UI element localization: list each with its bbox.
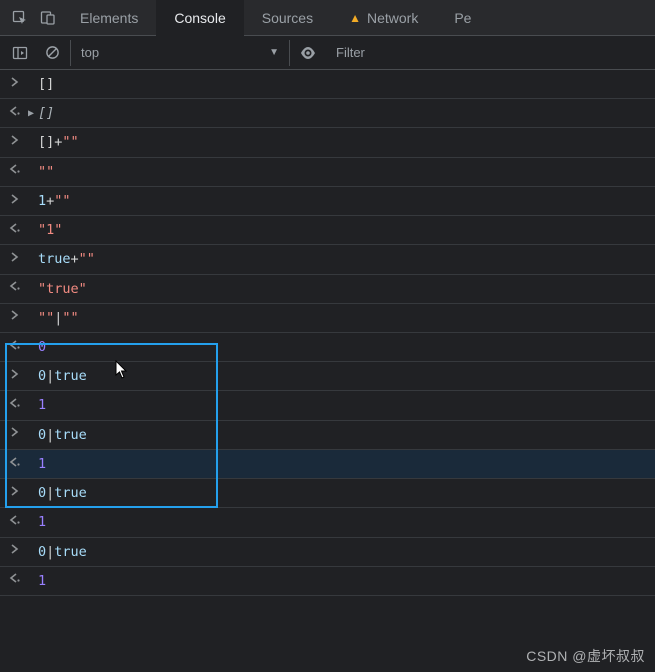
output-arrow-icon <box>6 340 24 355</box>
console-toolbar: top ▼ <box>0 36 655 70</box>
output-arrow-icon <box>6 457 24 472</box>
tab-label: Pe <box>454 10 471 26</box>
row-content: 1+"" <box>38 192 655 210</box>
tab-sources[interactable]: Sources <box>244 0 331 36</box>
input-arrow-icon <box>6 77 24 92</box>
console-body: []▶[][]+""""1+"""1"true+"""true"""|""00|… <box>0 70 655 672</box>
input-arrow-icon <box>6 135 24 150</box>
row-content: ""|"" <box>38 309 655 327</box>
row-content: true+"" <box>38 250 655 268</box>
context-selector[interactable]: top ▼ <box>70 40 290 66</box>
row-content: "true" <box>38 280 655 298</box>
live-expression-icon[interactable] <box>294 39 322 67</box>
console-output-row[interactable]: 0 <box>0 333 655 362</box>
console-input-row[interactable]: 0|true <box>0 479 655 508</box>
filter-input[interactable] <box>326 40 655 66</box>
console-input-row[interactable]: ""|"" <box>0 304 655 333</box>
row-content: 1 <box>38 396 655 414</box>
console-output-row[interactable]: 1 <box>0 450 655 479</box>
console-output-row[interactable]: "true" <box>0 275 655 304</box>
tab-elements[interactable]: Elements <box>62 0 156 36</box>
row-content: 0 <box>38 338 655 356</box>
console-input-row[interactable]: [] <box>0 70 655 99</box>
tab-label: Sources <box>262 10 313 26</box>
dropdown-icon: ▼ <box>269 47 279 58</box>
tab-network[interactable]: ▲ Network <box>331 0 436 36</box>
input-arrow-icon <box>6 486 24 501</box>
console-input-row[interactable]: 1+"" <box>0 187 655 216</box>
console-output-row[interactable]: 1 <box>0 508 655 537</box>
expand-icon[interactable]: ▶ <box>24 107 38 121</box>
tab-pe[interactable]: Pe <box>436 0 489 36</box>
row-content: "" <box>38 163 655 181</box>
row-content: []+"" <box>38 133 655 151</box>
input-arrow-icon <box>6 310 24 325</box>
input-arrow-icon <box>6 544 24 559</box>
devtools-tabs: Elements Console Sources ▲ Network Pe <box>0 0 655 36</box>
console-input-row[interactable]: true+"" <box>0 245 655 274</box>
row-content: [] <box>38 75 655 93</box>
console-output-row[interactable]: "" <box>0 158 655 187</box>
row-content: 1 <box>38 455 655 473</box>
output-arrow-icon <box>6 515 24 530</box>
console-input-row[interactable]: []+"" <box>0 128 655 157</box>
console-input-row[interactable]: 0|true <box>0 362 655 391</box>
sidebar-toggle-icon[interactable] <box>6 39 34 67</box>
tab-label: Elements <box>80 10 138 26</box>
clear-console-icon[interactable] <box>38 39 66 67</box>
output-arrow-icon <box>6 223 24 238</box>
row-content: 0|true <box>38 367 655 385</box>
row-content: 1 <box>38 572 655 590</box>
console-output-row[interactable]: "1" <box>0 216 655 245</box>
row-content: 1 <box>38 513 655 531</box>
tab-label: Network <box>367 10 418 26</box>
output-arrow-icon <box>6 398 24 413</box>
input-arrow-icon <box>6 369 24 384</box>
output-arrow-icon <box>6 106 24 121</box>
device-toggle-icon[interactable] <box>34 4 62 32</box>
warning-icon: ▲ <box>349 11 361 25</box>
inspect-icon[interactable] <box>6 4 34 32</box>
tab-label: Console <box>174 10 225 26</box>
output-arrow-icon <box>6 281 24 296</box>
output-arrow-icon <box>6 573 24 588</box>
watermark: CSDN @虚坏叔叔 <box>526 646 645 666</box>
console-output-row[interactable]: 1 <box>0 391 655 420</box>
console-input-row[interactable]: 0|true <box>0 421 655 450</box>
row-content: 0|true <box>38 543 655 561</box>
context-value: top <box>81 45 99 60</box>
input-arrow-icon <box>6 252 24 267</box>
console-output-row[interactable]: 1 <box>0 567 655 596</box>
input-arrow-icon <box>6 427 24 442</box>
row-content: 0|true <box>38 484 655 502</box>
output-arrow-icon <box>6 164 24 179</box>
row-content: 0|true <box>38 426 655 444</box>
console-input-row[interactable]: 0|true <box>0 538 655 567</box>
input-arrow-icon <box>6 194 24 209</box>
console-output-row[interactable]: ▶[] <box>0 99 655 128</box>
row-content: [] <box>38 104 655 122</box>
row-content: "1" <box>38 221 655 239</box>
tab-console[interactable]: Console <box>156 0 243 36</box>
